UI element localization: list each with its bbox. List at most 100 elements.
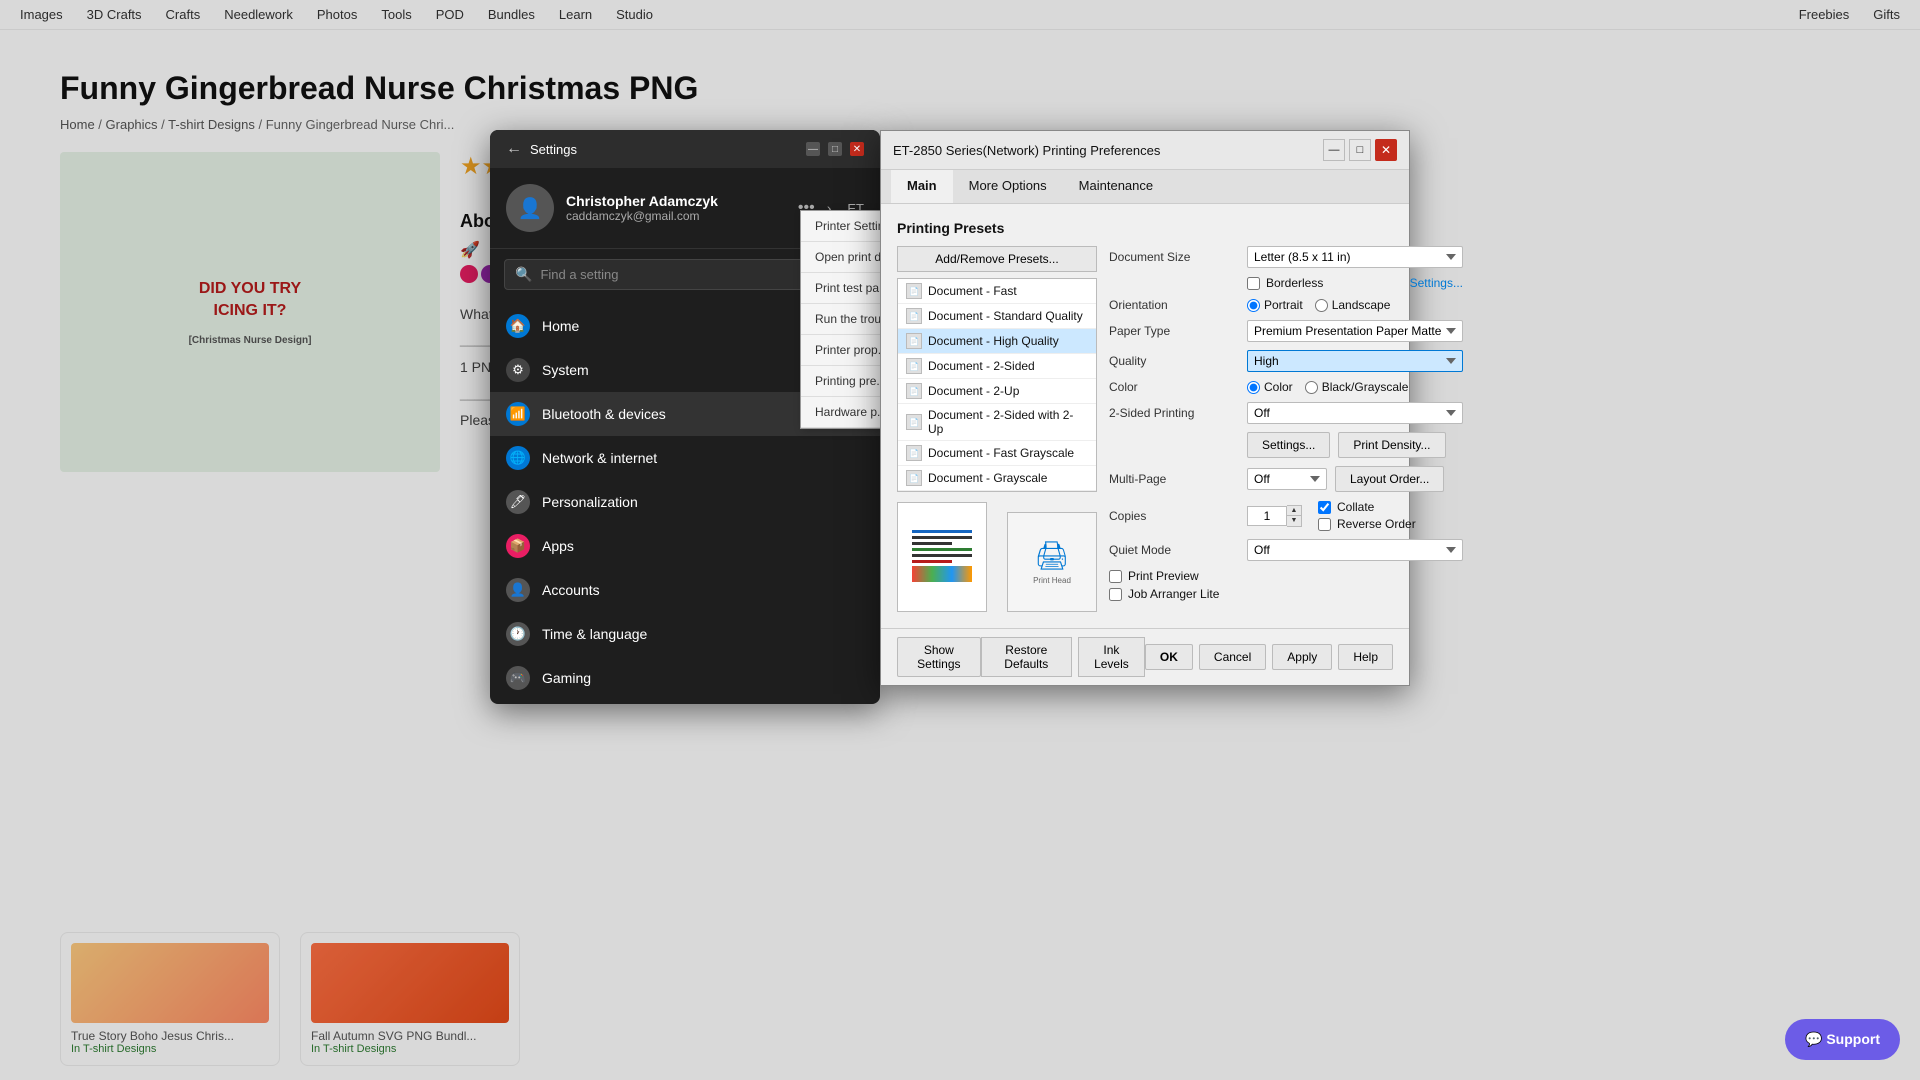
landscape-label: Landscape	[1332, 298, 1391, 312]
copies-input[interactable]	[1247, 506, 1287, 526]
preset-standard-icon: 📄	[906, 308, 922, 324]
color-bar	[912, 566, 972, 582]
preset-2sided[interactable]: 📄 Document - 2-Sided	[898, 354, 1096, 379]
bw-option[interactable]: Black/Grayscale	[1305, 380, 1409, 394]
collate-checkbox[interactable]	[1318, 501, 1331, 514]
printer-minimize-button[interactable]: —	[1323, 139, 1345, 161]
copies-row: Copies ▲ ▼ Collate	[1109, 500, 1463, 531]
sidebar-accounts-label: Accounts	[542, 582, 600, 598]
tab-more-options[interactable]: More Options	[953, 170, 1063, 203]
preset-2up[interactable]: 📄 Document - 2-Up	[898, 379, 1096, 404]
user-info: Christopher Adamczyk caddamczyk@gmail.co…	[566, 193, 786, 223]
settings-titlebar: ← Settings — □ ✕	[490, 130, 880, 168]
preset-high-quality[interactable]: 📄 Document - High Quality	[898, 329, 1096, 354]
sidebar-item-network[interactable]: 🌐 Network & internet	[490, 436, 880, 480]
settings-density-row: Settings... Print Density...	[1109, 432, 1463, 458]
quality-row: Quality High	[1109, 350, 1463, 372]
gaming-icon: 🎮	[506, 666, 530, 690]
settings-close-button[interactable]: ✕	[850, 142, 864, 156]
reverse-order-row: Reverse Order	[1318, 517, 1416, 531]
sidebar-item-gaming[interactable]: 🎮 Gaming	[490, 656, 880, 700]
orientation-radio-group: Portrait Landscape	[1247, 298, 1390, 312]
print-density-button[interactable]: Print Density...	[1338, 432, 1445, 458]
quiet-mode-select[interactable]: Off	[1247, 539, 1463, 561]
borderless-settings-link[interactable]: Settings...	[1410, 276, 1463, 290]
document-size-select[interactable]: Letter (8.5 x 11 in)	[1247, 246, 1463, 268]
printer-layout: Add/Remove Presets... 📄 Document - Fast …	[897, 246, 1393, 612]
preset-fast-grayscale[interactable]: 📄 Document - Fast Grayscale	[898, 441, 1096, 466]
landscape-radio[interactable]	[1315, 299, 1328, 312]
settings-maximize-button[interactable]: □	[828, 142, 842, 156]
center-buttons: Restore Defaults Ink Levels	[981, 637, 1145, 677]
sidebar-item-apps[interactable]: 📦 Apps	[490, 524, 880, 568]
quality-select[interactable]: High	[1247, 350, 1463, 372]
presets-list: 📄 Document - Fast 📄 Document - Standard …	[897, 278, 1097, 492]
color-row: Color Color Black/Grayscale	[1109, 380, 1463, 394]
ok-button[interactable]: OK	[1145, 644, 1193, 670]
bw-radio[interactable]	[1305, 381, 1318, 394]
add-remove-presets-button[interactable]: Add/Remove Presets...	[897, 246, 1097, 272]
accounts-icon: 👤	[506, 578, 530, 602]
portrait-radio[interactable]	[1247, 299, 1260, 312]
two-sided-select[interactable]: Off	[1247, 402, 1463, 424]
preset-high-icon: 📄	[906, 333, 922, 349]
doc-line-6	[912, 560, 952, 563]
copies-label: Copies	[1109, 509, 1239, 523]
show-settings-button[interactable]: Show Settings	[897, 637, 981, 677]
color-option[interactable]: Color	[1247, 380, 1293, 394]
preset-standard-quality[interactable]: 📄 Document - Standard Quality	[898, 304, 1096, 329]
copies-group: ▲ ▼ Collate Reverse Order	[1247, 500, 1416, 531]
portrait-option[interactable]: Portrait	[1247, 298, 1303, 312]
printer-right-panel: Document Size Letter (8.5 x 11 in) Borde…	[1109, 246, 1463, 612]
preset-document-fast[interactable]: 📄 Document - Fast	[898, 279, 1096, 304]
print-preview-row: Print Preview	[1109, 569, 1463, 583]
copies-down-button[interactable]: ▼	[1287, 516, 1301, 526]
borderless-text: Borderless	[1266, 276, 1323, 290]
job-arranger-checkbox[interactable]	[1109, 588, 1122, 601]
sidebar-item-time[interactable]: 🕐 Time & language	[490, 612, 880, 656]
tab-maintenance[interactable]: Maintenance	[1063, 170, 1169, 203]
printer-maximize-button[interactable]: □	[1349, 139, 1371, 161]
layout-order-button[interactable]: Layout Order...	[1335, 466, 1444, 492]
color-label: Color	[1109, 380, 1239, 394]
borderless-checkbox[interactable]	[1247, 277, 1260, 290]
settings-back-button[interactable]: ←	[506, 140, 522, 158]
preset-grayscale[interactable]: 📄 Document - Grayscale	[898, 466, 1096, 491]
reverse-order-checkbox[interactable]	[1318, 518, 1331, 531]
color-radio[interactable]	[1247, 381, 1260, 394]
preset-2sided-2up[interactable]: 📄 Document - 2-Sided with 2-Up	[898, 404, 1096, 441]
printer-titlebar: ET-2850 Series(Network) Printing Prefere…	[881, 131, 1409, 170]
user-name: Christopher Adamczyk	[566, 193, 786, 209]
sidebar-item-personalization[interactable]: 🖊 Personalization	[490, 480, 880, 524]
paper-type-select[interactable]: Premium Presentation Paper Matte	[1247, 320, 1463, 342]
printer-body: Printing Presets Add/Remove Presets... 📄…	[881, 204, 1409, 628]
borderless-group: Borderless Settings...	[1247, 276, 1463, 290]
preset-gray-icon: 📄	[906, 470, 922, 486]
multi-page-label: Multi-Page	[1109, 472, 1239, 486]
preset-high-label: Document - High Quality	[928, 334, 1059, 348]
printer-tabs: Main More Options Maintenance	[881, 170, 1409, 204]
copies-up-button[interactable]: ▲	[1287, 506, 1301, 516]
tab-main[interactable]: Main	[891, 170, 953, 203]
landscape-option[interactable]: Landscape	[1315, 298, 1391, 312]
preset-2sided-label: Document - 2-Sided	[928, 359, 1035, 373]
settings-minimize-button[interactable]: —	[806, 142, 820, 156]
print-preview-checkbox[interactable]	[1109, 570, 1122, 583]
printer-close-button[interactable]: ✕	[1375, 139, 1397, 161]
sidebar-item-accounts[interactable]: 👤 Accounts	[490, 568, 880, 612]
multi-page-select[interactable]: Off	[1247, 468, 1327, 490]
document-size-label: Document Size	[1109, 250, 1239, 264]
borderless-row: Borderless Settings...	[1109, 276, 1463, 290]
help-button[interactable]: Help	[1338, 644, 1393, 670]
job-arranger-label: Job Arranger Lite	[1128, 587, 1219, 601]
settings-button[interactable]: Settings...	[1247, 432, 1330, 458]
color-option-label: Color	[1264, 380, 1293, 394]
cancel-button[interactable]: Cancel	[1199, 644, 1266, 670]
apply-button[interactable]: Apply	[1272, 644, 1332, 670]
collate-row: Collate	[1318, 500, 1416, 514]
preset-2sided2up-label: Document - 2-Sided with 2-Up	[928, 408, 1088, 436]
support-button[interactable]: 💬 Support	[1785, 1019, 1900, 1060]
ink-levels-button[interactable]: Ink Levels	[1078, 637, 1145, 677]
restore-defaults-button[interactable]: Restore Defaults	[981, 637, 1072, 677]
preset-2up-label: Document - 2-Up	[928, 384, 1019, 398]
